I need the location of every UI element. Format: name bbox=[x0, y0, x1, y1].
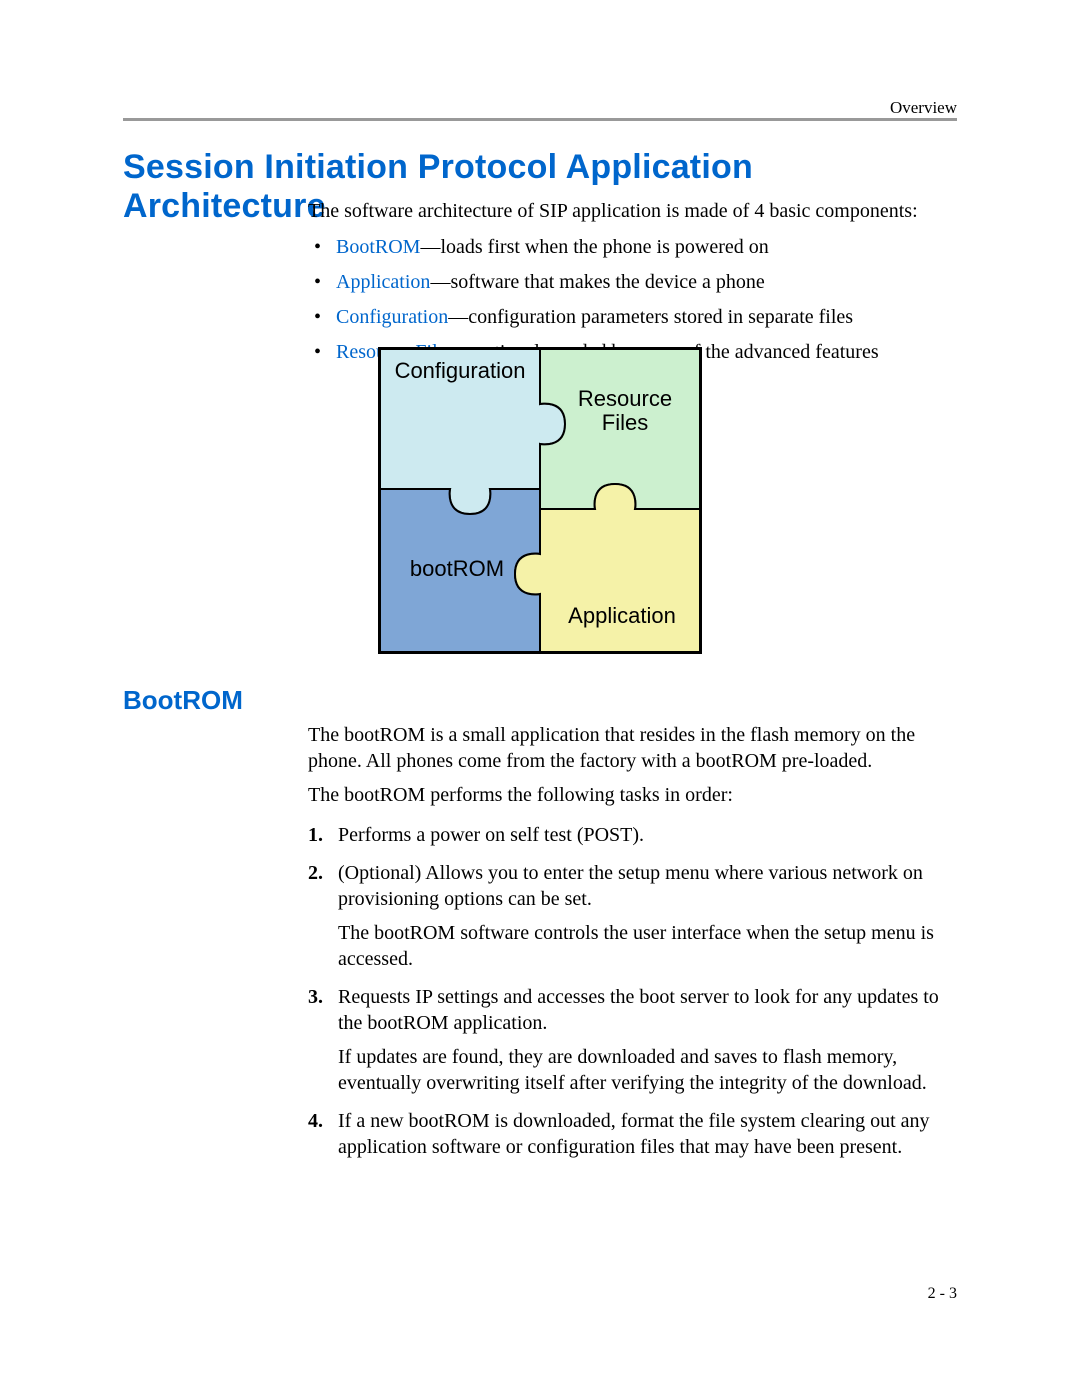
bootrom-paragraph-2: The bootROM performs the following tasks… bbox=[308, 782, 957, 808]
step-1-number: 1. bbox=[308, 822, 323, 848]
component-bullets: BootROM—loads first when the phone is po… bbox=[308, 225, 957, 365]
link-bootrom[interactable]: BootROM bbox=[336, 236, 420, 258]
step-4-text: If a new bootROM is downloaded, format t… bbox=[338, 1110, 930, 1158]
bullet-configuration-desc: —configuration parameters stored in sepa… bbox=[448, 306, 853, 328]
step-2-sub: The bootROM software controls the user i… bbox=[338, 920, 957, 972]
label-application: Application bbox=[552, 604, 692, 628]
label-resource-2: Files bbox=[560, 411, 690, 435]
step-2: 2. (Optional) Allows you to enter the se… bbox=[308, 860, 957, 972]
step-2-text: (Optional) Allows you to enter the setup… bbox=[338, 862, 923, 910]
bullet-configuration: Configuration—configuration parameters s… bbox=[308, 305, 957, 330]
step-2-number: 2. bbox=[308, 860, 323, 886]
bullet-bootrom: BootROM—loads first when the phone is po… bbox=[308, 235, 957, 260]
header-rule bbox=[123, 118, 957, 121]
bullet-application-desc: —software that makes the device a phone bbox=[430, 271, 764, 293]
step-3: 3. Requests IP settings and accesses the… bbox=[308, 984, 957, 1096]
link-configuration[interactable]: Configuration bbox=[336, 306, 448, 328]
bullet-bootrom-desc: —loads first when the phone is powered o… bbox=[420, 236, 768, 258]
step-1: 1. Performs a power on self test (POST). bbox=[308, 822, 957, 848]
bootrom-ordered-list: 1. Performs a power on self test (POST).… bbox=[308, 810, 957, 1160]
label-configuration: Configuration bbox=[388, 359, 532, 383]
intro-paragraph: The software architecture of SIP applica… bbox=[308, 198, 957, 224]
architecture-diagram: Configuration Resource Files bootROM App… bbox=[0, 347, 1080, 654]
step-3-sub: If updates are found, they are downloade… bbox=[338, 1044, 957, 1096]
subheading-bootrom: BootROM bbox=[123, 685, 243, 716]
step-4-number: 4. bbox=[308, 1108, 323, 1134]
page-number: 2 - 3 bbox=[928, 1285, 957, 1303]
bootrom-paragraph-1: The bootROM is a small application that … bbox=[308, 722, 957, 774]
link-application[interactable]: Application bbox=[336, 271, 430, 293]
step-3-number: 3. bbox=[308, 984, 323, 1010]
running-header: Overview bbox=[890, 98, 957, 118]
label-bootrom: bootROM bbox=[392, 557, 522, 581]
bullet-application: Application—software that makes the devi… bbox=[308, 270, 957, 295]
step-4: 4. If a new bootROM is downloaded, forma… bbox=[308, 1108, 957, 1160]
step-1-text: Performs a power on self test (POST). bbox=[338, 824, 644, 846]
step-3-text: Requests IP settings and accesses the bo… bbox=[338, 986, 939, 1034]
label-resource-1: Resource bbox=[560, 387, 690, 411]
document-page: Overview Session Initiation Protocol App… bbox=[0, 0, 1080, 1397]
